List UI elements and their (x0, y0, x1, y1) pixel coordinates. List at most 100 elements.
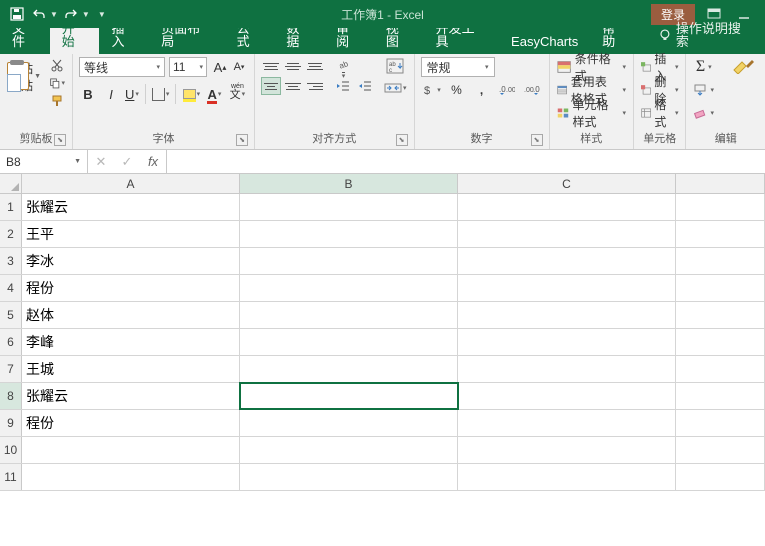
font-size-select[interactable]: 11▾ (169, 57, 207, 77)
cell[interactable]: 赵体 (22, 302, 240, 328)
underline-button[interactable]: U▾ (125, 84, 146, 104)
fx-icon[interactable]: fx (140, 154, 166, 169)
clipboard-launcher-icon[interactable]: ⬊ (54, 134, 66, 146)
column-header[interactable]: A (22, 174, 240, 193)
row-header[interactable]: 6 (0, 329, 22, 355)
name-box[interactable]: B8▼ (0, 150, 88, 173)
cell[interactable] (458, 410, 676, 436)
accounting-format-button[interactable]: $▾ (421, 80, 443, 100)
row-header[interactable]: 7 (0, 356, 22, 382)
cell[interactable]: 李峰 (22, 329, 240, 355)
decrease-indent-button[interactable] (333, 77, 353, 95)
highlighter-button[interactable] (729, 57, 759, 75)
cell[interactable] (676, 194, 765, 220)
comma-button[interactable]: , (471, 80, 493, 100)
number-launcher-icon[interactable]: ⬊ (531, 134, 543, 146)
cell[interactable] (676, 437, 765, 463)
redo-dropdown-icon[interactable]: ▼ (82, 10, 90, 19)
cancel-icon[interactable]: ✕ (88, 154, 114, 170)
row-header[interactable]: 10 (0, 437, 22, 463)
cell[interactable]: 李冰 (22, 248, 240, 274)
cell[interactable] (676, 356, 765, 382)
save-icon[interactable] (8, 5, 26, 23)
qat-customize-icon[interactable]: ▼ (98, 10, 106, 19)
row-header[interactable]: 1 (0, 194, 22, 220)
font-launcher-icon[interactable]: ⬊ (236, 134, 248, 146)
cell[interactable] (240, 248, 458, 274)
copy-button[interactable]: ▾ (48, 75, 66, 91)
align-middle-button[interactable] (283, 57, 303, 75)
cell[interactable] (676, 464, 765, 490)
cell[interactable] (676, 383, 765, 409)
phonetic-button[interactable]: wén文▾ (228, 84, 246, 104)
cell[interactable] (22, 437, 240, 463)
tell-me-search[interactable]: 操作说明搜索 (646, 17, 765, 54)
cell[interactable] (240, 410, 458, 436)
enter-icon[interactable]: ✓ (114, 154, 140, 170)
format-cells-button[interactable]: 格式▾ (640, 103, 680, 123)
cell[interactable] (676, 302, 765, 328)
border-button[interactable]: ▾ (152, 84, 177, 104)
select-all-corner[interactable] (0, 174, 22, 193)
row-header[interactable]: 9 (0, 410, 22, 436)
cell[interactable] (240, 329, 458, 355)
autosum-button[interactable]: Σ▾ (692, 57, 715, 77)
increase-indent-button[interactable] (355, 77, 375, 95)
fill-color-button[interactable]: ▾ (182, 84, 200, 104)
decrease-font-button[interactable]: A▾ (230, 57, 248, 77)
clear-button[interactable]: ▾ (692, 103, 715, 123)
merge-center-button[interactable]: ▾ (383, 79, 408, 97)
cut-button[interactable] (48, 57, 66, 73)
align-right-button[interactable] (305, 77, 325, 95)
percent-button[interactable]: % (446, 80, 468, 100)
align-bottom-button[interactable] (305, 57, 325, 75)
row-header[interactable]: 3 (0, 248, 22, 274)
align-left-button[interactable] (261, 77, 281, 95)
increase-font-button[interactable]: A▴ (211, 57, 229, 77)
cell[interactable] (458, 356, 676, 382)
cell[interactable]: 程份 (22, 275, 240, 301)
cell[interactable] (676, 410, 765, 436)
row-header[interactable]: 8 (0, 383, 22, 409)
cell[interactable] (458, 383, 676, 409)
cell[interactable] (458, 437, 676, 463)
cell[interactable] (240, 356, 458, 382)
cell[interactable] (240, 194, 458, 220)
cell[interactable]: 张耀云 (22, 383, 240, 409)
font-color-button[interactable]: A▾ (205, 84, 223, 104)
undo-dropdown-icon[interactable]: ▼ (50, 10, 58, 19)
cell[interactable]: 王城 (22, 356, 240, 382)
cell[interactable] (458, 221, 676, 247)
cell[interactable] (458, 302, 676, 328)
cell[interactable] (676, 248, 765, 274)
cell[interactable] (458, 194, 676, 220)
cell[interactable] (458, 464, 676, 490)
format-painter-button[interactable] (48, 93, 66, 109)
cell[interactable]: 王平 (22, 221, 240, 247)
bold-button[interactable]: B (79, 84, 97, 104)
column-header[interactable]: C (458, 174, 676, 193)
fill-button[interactable]: ▾ (692, 80, 715, 100)
cell[interactable] (676, 275, 765, 301)
font-name-select[interactable]: 等线▾ (79, 57, 165, 77)
cell[interactable]: 程份 (22, 410, 240, 436)
row-header[interactable]: 11 (0, 464, 22, 490)
row-header[interactable]: 2 (0, 221, 22, 247)
cell[interactable]: 张耀云 (22, 194, 240, 220)
cell[interactable] (240, 437, 458, 463)
orientation-button[interactable]: ab▾ (333, 57, 353, 75)
cell[interactable] (676, 221, 765, 247)
cell[interactable] (240, 464, 458, 490)
cell[interactable] (240, 302, 458, 328)
cell[interactable] (22, 464, 240, 490)
italic-button[interactable]: I (102, 84, 120, 104)
cell[interactable] (240, 383, 458, 409)
cell[interactable] (458, 329, 676, 355)
undo-icon[interactable] (30, 5, 48, 23)
paste-dropdown-icon[interactable]: ▼ (34, 73, 41, 80)
cell-styles-button[interactable]: 单元格样式▾ (556, 103, 627, 123)
wrap-text-button[interactable]: abc (383, 57, 408, 75)
row-header[interactable]: 5 (0, 302, 22, 328)
cell[interactable] (676, 329, 765, 355)
cell[interactable] (240, 275, 458, 301)
